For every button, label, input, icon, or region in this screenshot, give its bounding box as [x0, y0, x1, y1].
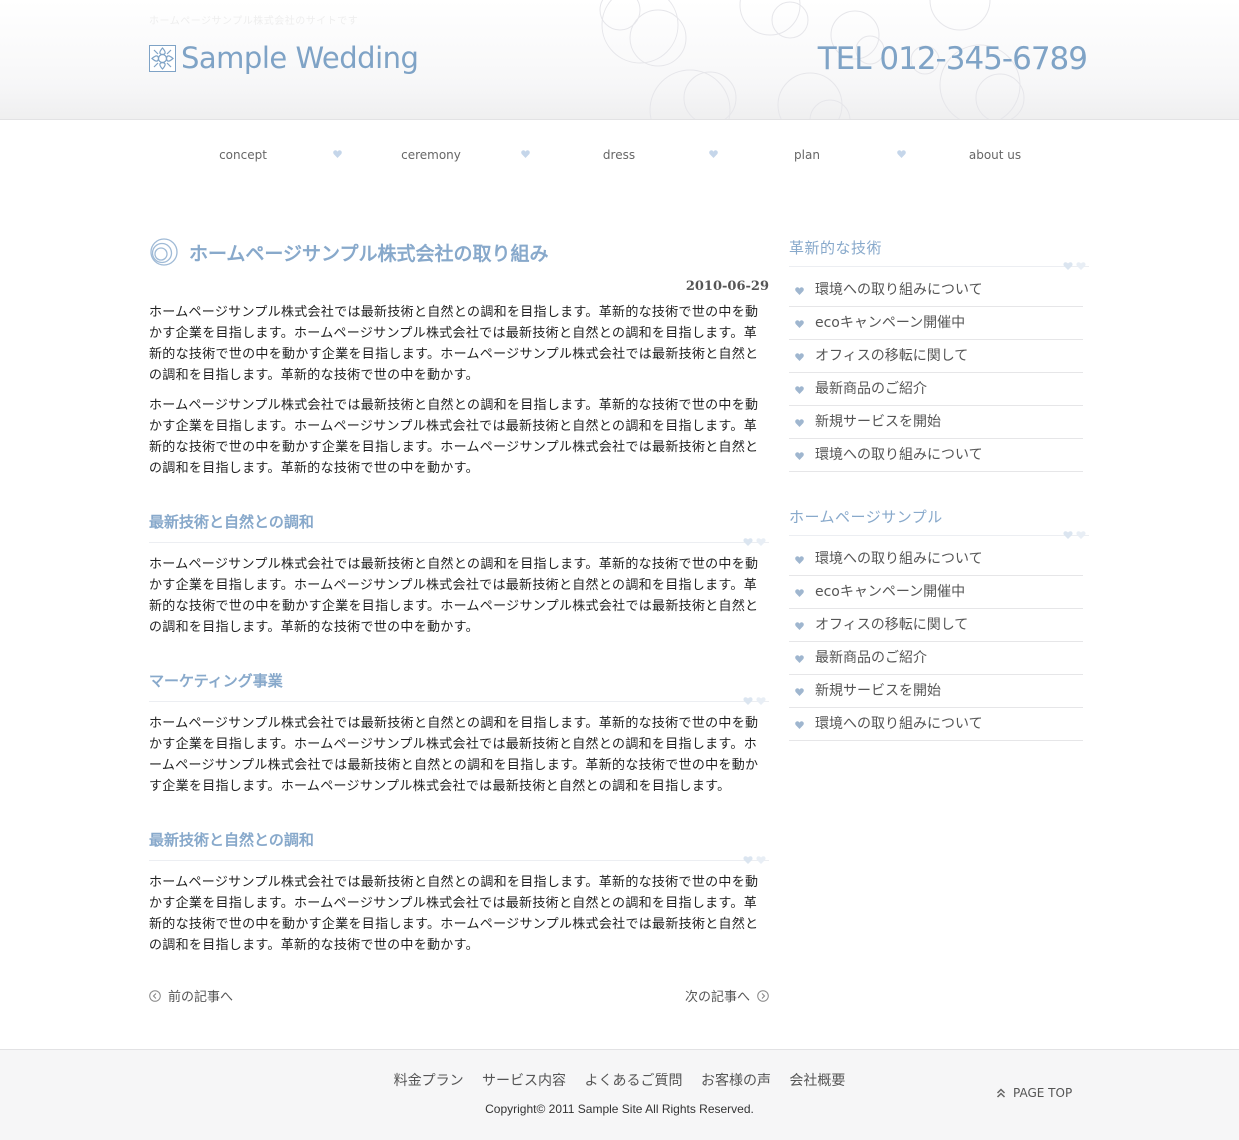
- footer-link-company[interactable]: 会社概要: [789, 1073, 845, 1089]
- heart-bullet-icon: [795, 419, 804, 427]
- heart-bullet-icon: [795, 688, 804, 696]
- sidebar-heading-row: 革新的な技術: [789, 236, 1089, 270]
- section-heading-row: 最新技術と自然との調和: [149, 827, 769, 864]
- next-article-label: 次の記事へ: [684, 990, 750, 1005]
- intro-paragraph: ホームページサンプル株式会社では最新技術と自然との調和を目指します。革新的な技術…: [149, 398, 759, 476]
- sidebar-link-label: ecoキャンペーン開催中: [815, 315, 966, 331]
- nav-dress[interactable]: dress: [603, 148, 635, 162]
- sidebar-link[interactable]: オフィスの移転に関して: [789, 340, 1083, 373]
- heart-bullet-icon: [795, 452, 804, 460]
- article-title: ホームページサンプル株式会社の取り組み: [189, 242, 549, 265]
- section-paragraph: ホームページサンプル株式会社では最新技術と自然との調和を目指します。革新的な技術…: [149, 875, 759, 953]
- main-nav: concept ceremony dress plan about us: [149, 148, 1089, 168]
- section-heading: 最新技術と自然との調和: [149, 831, 314, 849]
- nav-plan[interactable]: plan: [794, 148, 820, 162]
- main-content: ホームページサンプル株式会社の取り組み 2010-06-29 ホームページサンプ…: [149, 236, 769, 1006]
- section-heading-row: 最新技術と自然との調和: [149, 509, 769, 546]
- sidebar-link[interactable]: 環境への取り組みについて: [789, 439, 1083, 472]
- sidebar-link-label: 環境への取り組みについて: [815, 282, 983, 298]
- prev-article-label: 前の記事へ: [168, 990, 234, 1005]
- heart-separator-icon: [521, 150, 530, 158]
- sidebar-link-label: 環境への取り組みについて: [815, 716, 983, 732]
- swirl-circle-icon: [150, 238, 178, 266]
- sidebar-link[interactable]: 環境への取り組みについて: [789, 543, 1083, 576]
- section-paragraph: ホームページサンプル株式会社では最新技術と自然との調和を目指します。革新的な技術…: [149, 716, 759, 794]
- copyright-text: Copyright© 2011 Sample Site All Rights R…: [485, 1102, 754, 1116]
- nav-about-us[interactable]: about us: [969, 148, 1021, 162]
- prev-article-link[interactable]: 前の記事へ: [149, 986, 233, 1005]
- sidebar-link[interactable]: 環境への取り組みについて: [789, 274, 1083, 307]
- sidebar-link[interactable]: 新規サービスを開始: [789, 675, 1083, 708]
- footer-link-services[interactable]: サービス内容: [482, 1073, 566, 1089]
- site-tagline: ホームページサンプル株式会社のサイトです: [149, 16, 359, 27]
- heart-separator-icon: [897, 150, 906, 158]
- site-footer: 料金プラン サービス内容 よくあるご質問 お客様の声 会社概要 Copyrigh…: [0, 1049, 1239, 1140]
- sidebar-link-label: オフィスの移転に関して: [815, 617, 969, 633]
- heart-separator-icon: [333, 150, 342, 158]
- heart-bullet-icon: [795, 622, 804, 630]
- sidebar-link[interactable]: 最新商品のご紹介: [789, 373, 1083, 406]
- heart-bullet-icon: [795, 589, 804, 597]
- sidebar: 革新的な技術 環境への取り組みについて ecoキャンペーン開催中 オフィスの移転…: [789, 236, 1089, 741]
- sidebar-link-label: ecoキャンペーン開催中: [815, 584, 966, 600]
- sidebar-link[interactable]: ecoキャンペーン開催中: [789, 576, 1083, 609]
- sidebar-heading-row: ホームページサンプル: [789, 505, 1089, 539]
- sidebar-link[interactable]: 環境への取り組みについて: [789, 708, 1083, 741]
- double-chevron-up-icon: [996, 1088, 1006, 1098]
- footer-link-testimonials[interactable]: お客様の声: [701, 1073, 771, 1089]
- sidebar-link-label: 環境への取り組みについて: [815, 447, 983, 463]
- article-date: 2010-06-29: [685, 279, 769, 294]
- section-paragraph: ホームページサンプル株式会社では最新技術と自然との調和を目指します。革新的な技術…: [149, 557, 759, 635]
- page-top-label: PAGE TOP: [1013, 1086, 1073, 1100]
- heart-bullet-icon: [795, 353, 804, 361]
- sidebar-heading: ホームページサンプル: [789, 508, 943, 526]
- heart-bullet-icon: [795, 721, 804, 729]
- heart-bullet-icon: [795, 655, 804, 663]
- hearts-ornament-icon: [1063, 262, 1086, 270]
- hearts-ornament-icon: [1063, 531, 1086, 539]
- sidebar-list: 環境への取り組みについて ecoキャンペーン開催中 オフィスの移転に関して 最新…: [789, 543, 1083, 741]
- sidebar-link-label: 最新商品のご紹介: [815, 650, 927, 666]
- sidebar-link-label: 最新商品のご紹介: [815, 381, 927, 397]
- article-pager: 前の記事へ 次の記事へ: [149, 986, 769, 1006]
- hearts-ornament-icon: [743, 538, 766, 546]
- sidebar-link[interactable]: 新規サービスを開始: [789, 406, 1083, 439]
- site-header: ホームページサンプル株式会社のサイトです Sample Wedding TEL …: [0, 0, 1239, 120]
- next-article-link[interactable]: 次の記事へ: [685, 986, 769, 1005]
- site-logo[interactable]: Sample Wedding: [149, 41, 419, 75]
- footer-link-pricing[interactable]: 料金プラン: [394, 1073, 464, 1089]
- circle-arrow-left-icon: [149, 989, 161, 1002]
- hearts-ornament-icon: [743, 856, 766, 864]
- sidebar-link[interactable]: オフィスの移転に関して: [789, 609, 1083, 642]
- phone-number: TEL 012-345-6789: [817, 41, 1088, 77]
- section-heading: 最新技術と自然との調和: [149, 513, 314, 531]
- logo-text: Sample Wedding: [181, 41, 419, 75]
- heart-bullet-icon: [795, 320, 804, 328]
- article-title-row: ホームページサンプル株式会社の取り組み: [149, 236, 769, 268]
- section-heading: マーケティング事業: [149, 672, 283, 690]
- sidebar-heading: 革新的な技術: [789, 239, 883, 257]
- heart-bullet-icon: [795, 386, 804, 394]
- intro-paragraph: ホームページサンプル株式会社では最新技術と自然との調和を目指します。革新的な技術…: [149, 305, 759, 383]
- sidebar-link[interactable]: 最新商品のご紹介: [789, 642, 1083, 675]
- circle-arrow-right-icon: [757, 989, 769, 1002]
- section-heading-row: マーケティング事業: [149, 668, 769, 705]
- sidebar-link-label: オフィスの移転に関して: [815, 348, 969, 364]
- nav-concept[interactable]: concept: [219, 148, 267, 162]
- sidebar-link-label: 新規サービスを開始: [815, 683, 941, 699]
- heart-separator-icon: [709, 150, 718, 158]
- heart-bullet-icon: [795, 556, 804, 564]
- logo-flower-icon: [149, 44, 176, 72]
- nav-ceremony[interactable]: ceremony: [401, 148, 461, 162]
- footer-link-faq[interactable]: よくあるご質問: [585, 1073, 683, 1089]
- sidebar-link-label: 環境への取り組みについて: [815, 551, 983, 567]
- page-top-link[interactable]: PAGE TOP: [996, 1086, 1072, 1100]
- sidebar-link[interactable]: ecoキャンペーン開催中: [789, 307, 1083, 340]
- heart-bullet-icon: [795, 287, 804, 295]
- hearts-ornament-icon: [743, 697, 766, 705]
- sidebar-list: 環境への取り組みについて ecoキャンペーン開催中 オフィスの移転に関して 最新…: [789, 274, 1083, 472]
- sidebar-link-label: 新規サービスを開始: [815, 414, 941, 430]
